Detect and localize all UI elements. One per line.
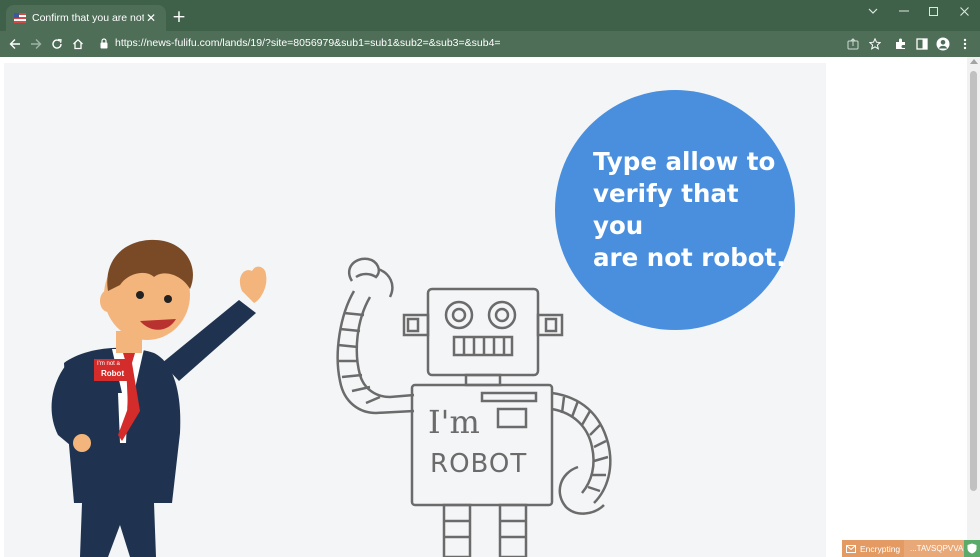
share-button[interactable] [844,35,862,53]
envelope-icon [846,544,856,553]
menu-dots-icon [963,38,967,50]
tab-search-button[interactable] [860,4,886,18]
browser-menu-button[interactable] [956,35,974,53]
close-icon [959,6,969,16]
address-bar[interactable]: https://news-fulifu.com/lands/19/?site=8… [92,34,890,55]
reload-button[interactable] [48,35,66,53]
robot-check-banner: I'm not a Robot I'm ROBOT Type allow to … [4,63,826,557]
share-icon [847,38,859,50]
shield-icon[interactable] [964,540,980,557]
bookmark-button[interactable] [866,35,884,53]
page-scrollbar[interactable] [967,57,980,557]
home-icon [73,38,83,50]
close-window-button[interactable] [951,4,977,18]
back-button[interactable] [6,35,24,53]
flag-icon [14,13,26,23]
bubble-text: Type allow to verify that you are not ro… [593,147,786,272]
tray-key-text: ...TAVSQPVVA [904,540,964,557]
minimize-button[interactable] [891,4,917,18]
encrypting-indicator: Encrypting [842,540,904,557]
minimize-icon [899,10,909,12]
browser-tab[interactable]: Confirm that you are not a robot ✕ [6,5,166,31]
robot-chest-line1: I'm [428,403,480,441]
scroll-up-arrow-icon[interactable] [970,59,978,64]
side-panel-icon [916,38,928,50]
tab-close-button[interactable]: ✕ [144,11,158,25]
tab-title: Confirm that you are not a robot [32,12,144,24]
maximize-button[interactable] [920,4,946,18]
extensions-icon [896,38,905,49]
lock-icon [100,38,108,49]
url-text: https://news-fulifu.com/lands/19/?site=8… [115,37,501,49]
robot-chest-line2: ROBOT [430,449,528,479]
forward-button[interactable] [27,35,45,53]
forward-arrow-icon [31,39,42,49]
tray-notification: Encrypting ...TAVSQPVVA [842,540,980,557]
browser-title-bar: Confirm that you are not a robot ✕ + [0,0,980,31]
scrollbar-thumb[interactable] [970,71,977,491]
maximize-icon [928,6,938,16]
chevron-down-icon [868,8,878,14]
browser-toolbar: https://news-fulifu.com/lands/19/?site=8… [0,31,980,57]
page-viewport: I'm not a Robot I'm ROBOT Type allow to … [0,57,980,557]
profile-button[interactable] [934,35,952,53]
home-button[interactable] [69,35,87,53]
star-icon [869,38,881,50]
encrypting-label: Encrypting [860,543,901,554]
side-panel-button[interactable] [913,35,931,53]
new-tab-button[interactable]: + [170,8,188,26]
speech-bubble: Type allow to verify that you are not ro… [555,90,795,330]
profile-icon [936,37,950,51]
back-arrow-icon [9,39,20,49]
extensions-button[interactable] [892,35,910,53]
reload-icon [52,38,62,49]
